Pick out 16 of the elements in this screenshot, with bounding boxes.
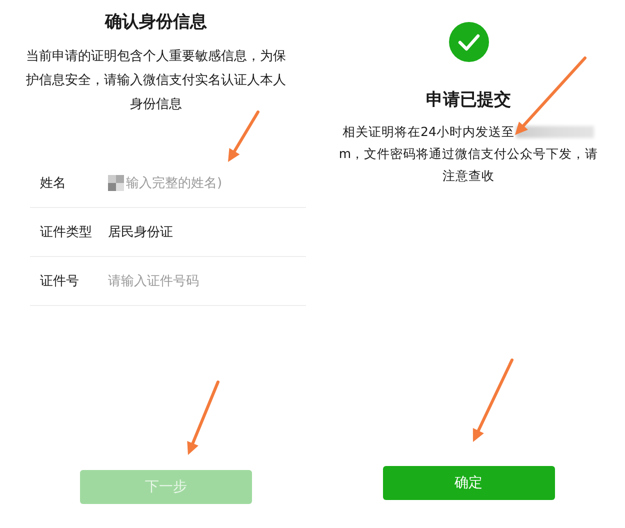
redacted-email-icon [516, 126, 594, 138]
field-label: 证件类型 [39, 224, 93, 241]
field-label: 证件号 [39, 273, 80, 290]
success-title: 申请已提交 [426, 89, 511, 111]
input-field[interactable]: 请输入证件号码 [108, 274, 258, 288]
field-value[interactable]: 居民身份证 [108, 223, 173, 241]
annotation-arrow [228, 110, 260, 162]
notice-text: 当前申请的证明包含个人重要敏感信息，为保护信息安全，请输入微信支付实名认证人本人身份信息 [26, 48, 286, 114]
message-text: 相关证明将在24小时内发送至 [342, 123, 514, 141]
success-check-icon [448, 22, 488, 62]
input-field[interactable]: 输入完整的姓名) [126, 176, 276, 190]
page-title: 确认身份信息 [105, 11, 207, 33]
field-label: 姓名 [39, 175, 67, 192]
confirm-button[interactable]: 确定 [382, 466, 554, 500]
message-text: m，文件密码将通过微信支付公众号下发，请注意查收 [338, 145, 600, 185]
mosaic-icon [108, 175, 124, 191]
